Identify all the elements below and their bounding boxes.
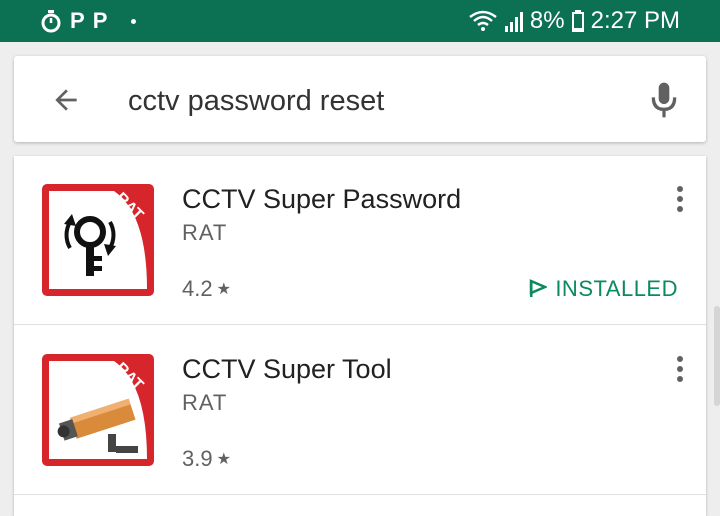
installed-flag-icon bbox=[530, 279, 548, 297]
signal-icon bbox=[504, 12, 523, 32]
status-bar-notifications: P P bbox=[40, 6, 137, 36]
result-item-cctv-super-password[interactable]: RAT CCTV Super Password RAT 4.2 ★ INSTAL… bbox=[14, 156, 706, 325]
app-developer: RAT bbox=[182, 390, 228, 415]
wifi-icon bbox=[469, 10, 497, 31]
back-arrow-icon[interactable] bbox=[50, 84, 82, 116]
status-bar: P P 8% 2:27 PM bbox=[0, 0, 720, 42]
installed-label: INSTALLED bbox=[555, 276, 678, 301]
star-icon: ★ bbox=[216, 451, 231, 468]
search-bar bbox=[14, 56, 706, 142]
app-title: CCTV Super Password bbox=[182, 184, 462, 214]
rating-value: 3.9 bbox=[182, 446, 213, 471]
more-vert-icon[interactable] bbox=[668, 184, 692, 214]
paypal-icon: P bbox=[92, 8, 108, 33]
search-input[interactable] bbox=[126, 78, 610, 124]
installed-badge: INSTALLED bbox=[529, 276, 678, 302]
dot-icon bbox=[131, 18, 137, 24]
app-title: CCTV Super Tool bbox=[182, 354, 392, 384]
more-vert-icon[interactable] bbox=[668, 354, 692, 384]
app-developer: RAT bbox=[182, 220, 228, 245]
timer-icon bbox=[41, 10, 61, 33]
search-results: RAT CCTV Super Password RAT 4.2 ★ INSTAL… bbox=[14, 156, 706, 516]
status-bar-system: 8% 2:27 PM bbox=[468, 6, 680, 36]
rating-value: 4.2 bbox=[182, 276, 213, 301]
cctv-super-tool-app-icon: RAT bbox=[42, 354, 154, 466]
app-rating: 3.9 ★ bbox=[182, 446, 231, 472]
battery-icon bbox=[571, 10, 584, 32]
scrollbar[interactable] bbox=[714, 306, 720, 406]
app-rating: 4.2 ★ bbox=[182, 276, 231, 302]
cctv-super-password-app-icon: RAT bbox=[42, 184, 154, 296]
clock: 2:27 PM bbox=[590, 7, 680, 34]
star-icon: ★ bbox=[216, 281, 231, 298]
result-item-cctv-super-tool[interactable]: RAT CCTV Super Tool RAT 3.9 ★ bbox=[14, 326, 706, 495]
microphone-icon[interactable] bbox=[648, 80, 680, 120]
battery-percent: 8% bbox=[529, 7, 565, 34]
paypal-icon: P bbox=[70, 8, 85, 33]
